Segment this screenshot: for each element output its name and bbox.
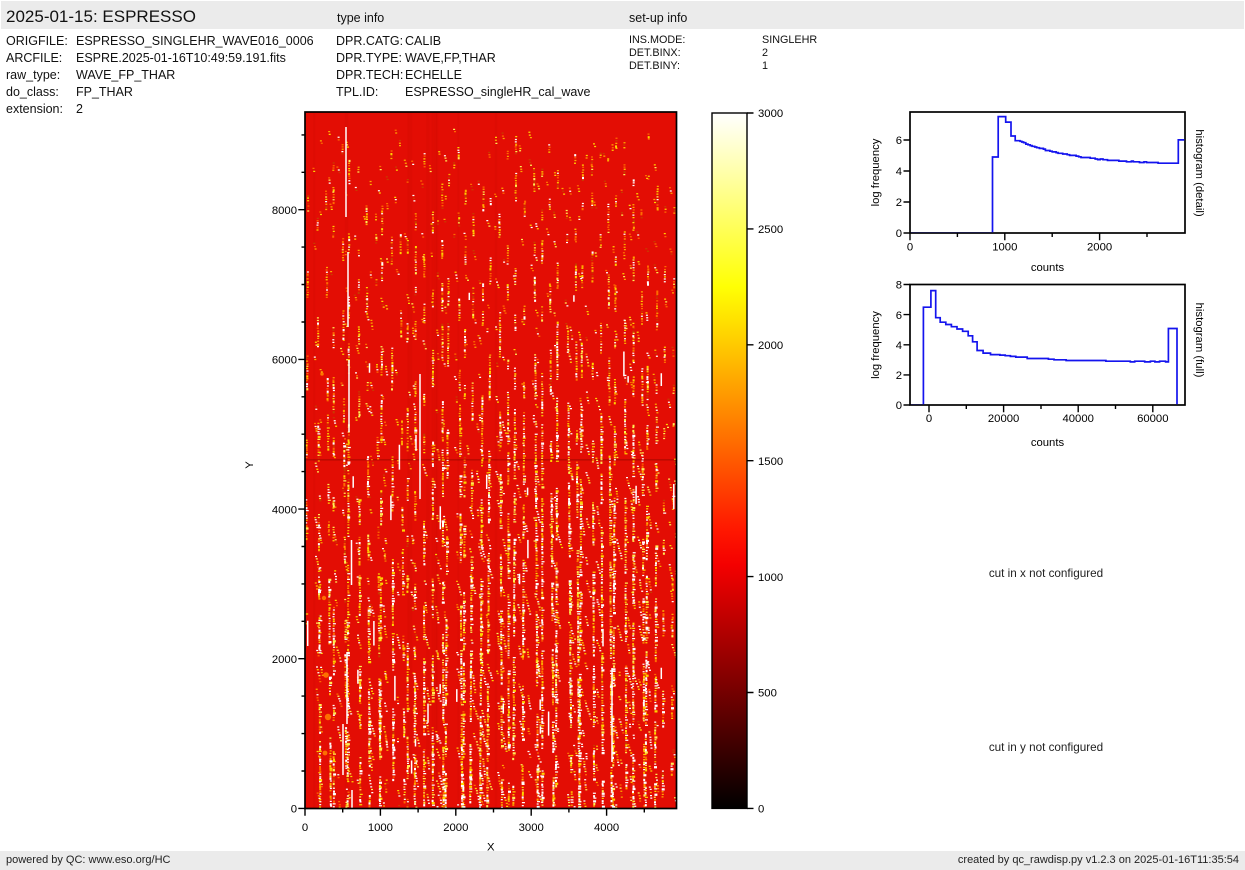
svg-text:3000: 3000 [758, 108, 783, 120]
svg-text:counts: counts [1031, 437, 1065, 449]
svg-text:40000: 40000 [1062, 413, 1093, 425]
svg-text:0: 0 [302, 822, 308, 834]
svg-text:0: 0 [907, 242, 913, 254]
svg-text:2000: 2000 [443, 822, 468, 834]
svg-text:6: 6 [896, 310, 902, 322]
svg-text:8: 8 [896, 280, 902, 292]
svg-text:1500: 1500 [758, 456, 783, 468]
svg-text:2: 2 [896, 197, 902, 209]
svg-text:1000: 1000 [368, 822, 393, 834]
svg-text:0: 0 [758, 804, 764, 816]
svg-text:8000: 8000 [272, 205, 297, 217]
svg-text:0: 0 [896, 400, 902, 412]
svg-text:log frequency: log frequency [870, 138, 882, 206]
svg-text:3000: 3000 [519, 822, 544, 834]
svg-text:Y: Y [244, 461, 256, 469]
svg-text:4: 4 [896, 340, 902, 352]
svg-text:20000: 20000 [988, 413, 1019, 425]
svg-text:2500: 2500 [758, 224, 783, 236]
svg-text:500: 500 [758, 688, 777, 700]
svg-text:0: 0 [896, 228, 902, 240]
svg-text:histogram (full): histogram (full) [1193, 303, 1205, 378]
svg-text:2: 2 [896, 370, 902, 382]
svg-text:6000: 6000 [272, 355, 297, 367]
svg-text:2000: 2000 [272, 654, 297, 666]
svg-text:2000: 2000 [758, 340, 783, 352]
svg-text:4000: 4000 [272, 504, 297, 516]
svg-text:1000: 1000 [758, 572, 783, 584]
svg-text:1000: 1000 [992, 242, 1017, 254]
svg-text:0: 0 [291, 804, 297, 816]
svg-text:4: 4 [896, 166, 902, 178]
svg-text:6: 6 [896, 135, 902, 147]
svg-text:60000: 60000 [1137, 413, 1168, 425]
svg-text:log frequency: log frequency [870, 311, 882, 379]
svg-text:2000: 2000 [1087, 242, 1112, 254]
svg-text:4000: 4000 [594, 822, 619, 834]
svg-text:histogram (detail): histogram (detail) [1193, 129, 1205, 217]
svg-text:0: 0 [926, 413, 932, 425]
